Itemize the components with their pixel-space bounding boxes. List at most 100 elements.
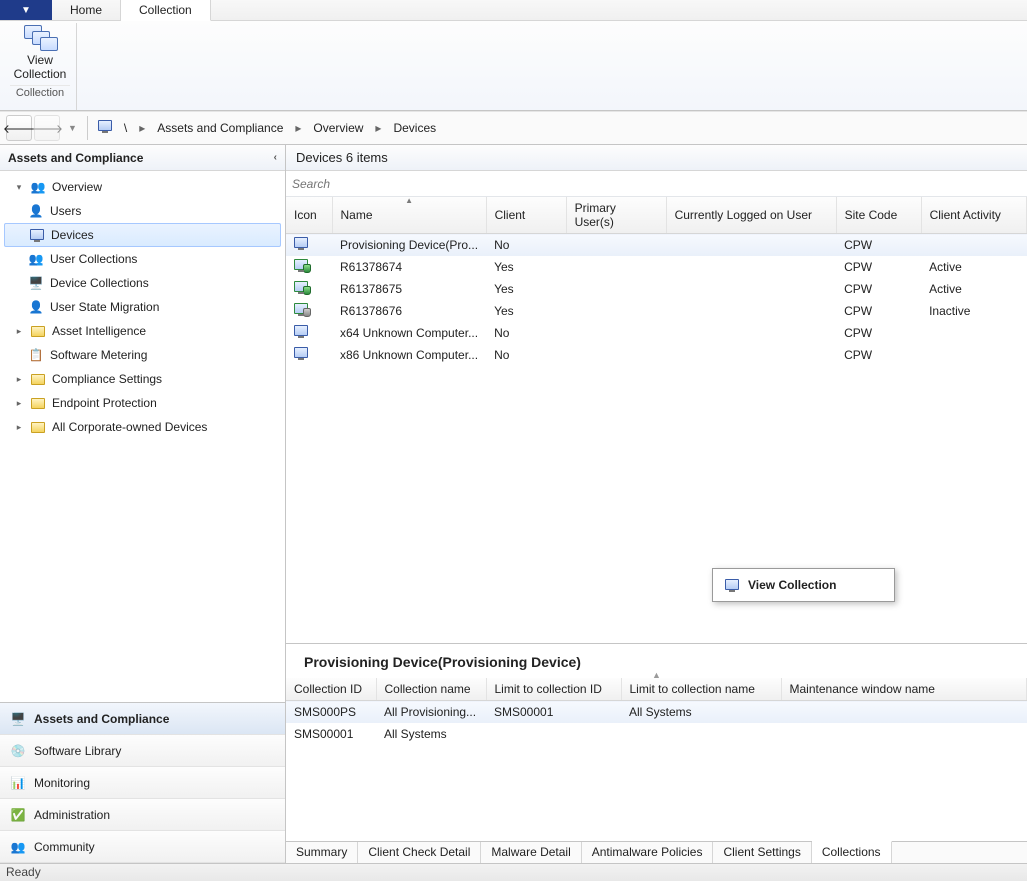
admin-icon: ✅ <box>10 807 26 823</box>
workspace-label: Software Library <box>34 744 121 758</box>
details-col-collection-name[interactable]: Collection name <box>376 678 486 701</box>
tree-item-label: Devices <box>51 228 94 242</box>
details-tab-summary[interactable]: Summary <box>286 842 358 863</box>
expander-icon[interactable]: ▸ <box>14 422 24 433</box>
table-row[interactable]: x64 Unknown Computer...NoCPW <box>286 322 1027 344</box>
device-icon <box>294 281 308 293</box>
device-icon <box>294 303 308 315</box>
ribbon-tab-home[interactable]: Home <box>52 0 121 20</box>
device-icon <box>294 325 308 337</box>
column-header-name[interactable]: Name▲ <box>332 197 486 234</box>
monitoring-icon: 📊 <box>10 775 26 791</box>
cell-primary <box>566 300 666 322</box>
folder-icon <box>30 395 46 411</box>
table-row[interactable]: SMS00001All Systems <box>286 723 1027 745</box>
column-header-primary[interactable]: Primary User(s) <box>566 197 666 234</box>
column-header-logged[interactable]: Currently Logged on User <box>666 197 836 234</box>
nav-back-button[interactable]: 🡐 <box>6 115 32 141</box>
tree-item-device-collections[interactable]: 🖥️ Device Collections <box>0 271 285 295</box>
details-tab-client-settings[interactable]: Client Settings <box>713 842 811 863</box>
search-input[interactable] <box>292 177 1021 191</box>
workspace-software-library[interactable]: 💿 Software Library <box>0 735 285 767</box>
cell-primary <box>566 344 666 366</box>
table-row[interactable]: Provisioning Device(Pro...NoCPW <box>286 234 1027 256</box>
expander-icon[interactable]: ▸ <box>14 326 24 337</box>
workspace-community[interactable]: 👥 Community <box>0 831 285 863</box>
expander-icon[interactable]: ▸ <box>14 374 24 385</box>
ribbon-button-label-2: Collection <box>10 67 70 81</box>
cell-activity: Active <box>921 256 1026 278</box>
cell-logged <box>666 256 836 278</box>
workspace-administration[interactable]: ✅ Administration <box>0 799 285 831</box>
table-row[interactable]: R61378675YesCPWActive <box>286 278 1027 300</box>
breadcrumb-item[interactable]: Overview <box>309 119 367 137</box>
application-menu[interactable]: ▼ <box>0 0 52 20</box>
details-col-limit-name[interactable]: Limit to collection name <box>621 678 781 701</box>
details-tab-malware-detail[interactable]: Malware Detail <box>481 842 581 863</box>
workspace-label: Administration <box>34 808 110 822</box>
ribbon-body: View Collection Collection <box>0 21 1027 111</box>
tree-item-overview[interactable]: ▾ 👥 Overview <box>0 175 285 199</box>
metering-icon: 📋 <box>28 347 44 363</box>
workspace-monitoring[interactable]: 📊 Monitoring <box>0 767 285 799</box>
ribbon-tab-strip: ▼ Home Collection <box>0 0 1027 21</box>
nav-history-dropdown[interactable]: ▼ <box>68 123 83 133</box>
cell-primary <box>566 322 666 344</box>
breadcrumb-item[interactable]: Devices <box>389 119 440 137</box>
overview-icon: 👥 <box>30 179 46 195</box>
cell-primary <box>566 278 666 300</box>
sort-asc-icon: ▲ <box>405 197 413 205</box>
column-header-activity[interactable]: Client Activity <box>921 197 1026 234</box>
details-tab-collections[interactable]: Collections <box>812 841 892 863</box>
table-row[interactable]: x86 Unknown Computer...NoCPW <box>286 344 1027 366</box>
tree-item-compliance-settings[interactable]: ▸ Compliance Settings <box>0 367 285 391</box>
collapse-nav-icon[interactable]: ‹ <box>274 152 277 163</box>
details-col-collection-id[interactable]: Collection ID <box>286 678 376 701</box>
cell-name: R61378675 <box>332 278 486 300</box>
breadcrumb-root[interactable]: \ <box>120 119 131 137</box>
navigation-tree: ▾ 👥 Overview 👤 Users Devices 👥 User Coll… <box>0 171 285 702</box>
nav-forward-button[interactable]: 🡒 <box>34 115 60 141</box>
cell-client: No <box>486 344 566 366</box>
tree-item-asset-intelligence[interactable]: ▸ Asset Intelligence <box>0 319 285 343</box>
tree-item-devices[interactable]: Devices <box>4 223 281 247</box>
tree-item-label: Users <box>50 204 81 218</box>
tree-item-user-collections[interactable]: 👥 User Collections <box>0 247 285 271</box>
folder-icon <box>30 371 46 387</box>
cell-site: CPW <box>836 234 921 256</box>
details-tab-strip: Summary Client Check Detail Malware Deta… <box>286 841 1027 863</box>
view-collection-button[interactable]: View Collection <box>10 25 70 81</box>
details-col-limit-id[interactable]: Limit to collection ID <box>486 678 621 701</box>
details-tab-antimalware[interactable]: Antimalware Policies <box>582 842 714 863</box>
tree-item-user-state-migration[interactable]: 👤 User State Migration <box>0 295 285 319</box>
tree-item-endpoint-protection[interactable]: ▸ Endpoint Protection <box>0 391 285 415</box>
breadcrumb-item[interactable]: Assets and Compliance <box>153 119 287 137</box>
ribbon-tab-collection[interactable]: Collection <box>121 0 211 21</box>
expander-icon[interactable]: ▾ <box>14 182 24 193</box>
cell-logged <box>666 278 836 300</box>
tree-item-software-metering[interactable]: 📋 Software Metering <box>0 343 285 367</box>
device-icon <box>294 259 308 271</box>
table-row[interactable]: R61378676YesCPWInactive <box>286 300 1027 322</box>
navigation-pane: Assets and Compliance ‹ ▾ 👥 Overview 👤 U… <box>0 145 286 863</box>
column-header-icon[interactable]: Icon <box>286 197 332 234</box>
workspace-assets-compliance[interactable]: 🖥️ Assets and Compliance <box>0 703 285 735</box>
device-icon <box>294 237 308 249</box>
details-col-maint-window[interactable]: Maintenance window name <box>781 678 1027 701</box>
cell-client: No <box>486 322 566 344</box>
table-row[interactable]: R61378674YesCPWActive <box>286 256 1027 278</box>
tree-item-label: Endpoint Protection <box>52 396 157 410</box>
details-tab-client-check[interactable]: Client Check Detail <box>358 842 481 863</box>
table-row[interactable]: SMS000PSAll Provisioning...SMS00001All S… <box>286 701 1027 723</box>
cell-limit-id <box>486 723 621 745</box>
column-header-client[interactable]: Client <box>486 197 566 234</box>
device-table: Icon Name▲ Client Primary User(s) Curren… <box>286 197 1027 643</box>
cell-logged <box>666 344 836 366</box>
expander-icon[interactable]: ▸ <box>14 398 24 409</box>
column-header-site[interactable]: Site Code <box>836 197 921 234</box>
tree-item-users[interactable]: 👤 Users <box>0 199 285 223</box>
tree-item-corporate-devices[interactable]: ▸ All Corporate-owned Devices <box>0 415 285 439</box>
context-menu-view-collection[interactable]: View Collection <box>716 572 891 598</box>
chevron-right-icon: ▸ <box>291 121 305 135</box>
cell-logged <box>666 322 836 344</box>
